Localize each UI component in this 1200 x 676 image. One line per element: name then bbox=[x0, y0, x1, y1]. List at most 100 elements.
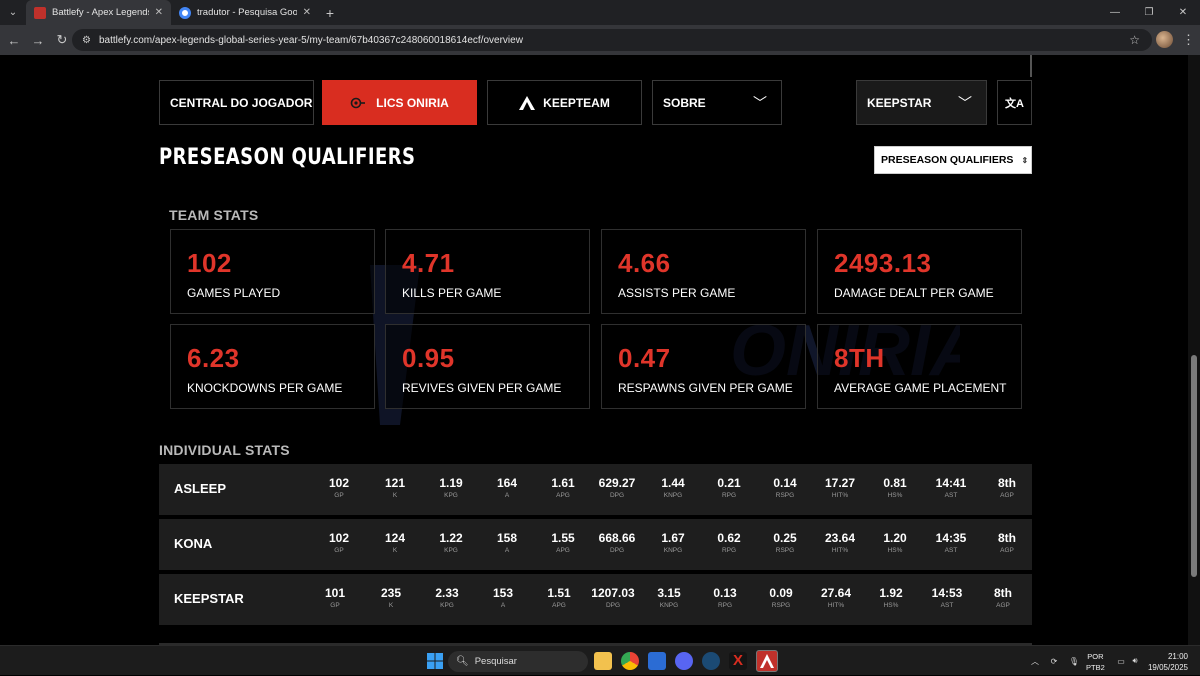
taskbar-search[interactable]: 🔍︎ Pesquisar bbox=[448, 651, 588, 672]
profile-avatar[interactable] bbox=[1156, 31, 1173, 48]
stat-cell-value: 17.27 bbox=[824, 476, 856, 490]
stat-cell-key: K bbox=[392, 492, 398, 499]
forward-icon[interactable]: → bbox=[26, 33, 50, 48]
language-indicator[interactable]: POR PTB2 bbox=[1086, 651, 1105, 673]
stat-cell: 668.66 DPG bbox=[589, 531, 645, 554]
stat-cell-key: RSPG bbox=[771, 602, 791, 609]
windows-taskbar: 🔍︎ Pesquisar X ︿ ⟳ 🎙︎ POR PTB2 ▭ 🔊︎ 21:0… bbox=[0, 645, 1200, 675]
user-dropdown[interactable]: KEEPSTAR ﹀ bbox=[856, 80, 987, 125]
stat-cell: 8th AGP bbox=[979, 476, 1035, 499]
scrollbar-thumb[interactable] bbox=[1191, 355, 1197, 577]
chevron-up-icon[interactable]: ︿ bbox=[1026, 656, 1044, 667]
apex-logo-icon bbox=[519, 95, 536, 110]
stat-value: 0.95 bbox=[402, 343, 455, 373]
stat-cell: 158 A bbox=[479, 531, 535, 554]
minimize-icon[interactable]: — bbox=[1098, 0, 1132, 25]
team-label: LICS ONIRIA bbox=[376, 95, 449, 110]
status-icons[interactable]: ▭ 🔊︎ bbox=[1114, 646, 1142, 676]
translate-button[interactable]: 文A bbox=[997, 80, 1032, 125]
stat-cell-key: RSPG bbox=[775, 547, 795, 554]
stat-value: 8TH bbox=[834, 343, 885, 373]
stat-cell: 102 GP bbox=[311, 531, 367, 554]
stat-cell-value: 1.67 bbox=[661, 531, 685, 545]
player-hub-button[interactable]: CENTRAL DO JOGADOR bbox=[159, 80, 314, 125]
stat-cell-value: 668.66 bbox=[598, 531, 636, 545]
clock-time: 21:00 bbox=[1167, 652, 1188, 661]
maximize-icon[interactable]: ❐ bbox=[1132, 0, 1166, 25]
stat-cell-key: KPG bbox=[444, 547, 458, 554]
chrome-icon[interactable] bbox=[621, 652, 639, 670]
stat-value: 4.71 bbox=[402, 248, 455, 278]
stat-cell: 0.62 RPG bbox=[701, 531, 757, 554]
apex-legends-icon[interactable] bbox=[756, 650, 778, 672]
translate-icon: 文A bbox=[1005, 97, 1024, 110]
stat-cell-key: RPG bbox=[721, 547, 737, 554]
stat-cell: 1207.03 DPG bbox=[585, 586, 641, 609]
stat-cell-value: 164 bbox=[496, 476, 518, 490]
stat-cell-value: 1.19 bbox=[439, 476, 463, 490]
stat-label: REVIVES GIVEN PER GAME bbox=[402, 381, 562, 395]
stage-select[interactable]: PRESEASON QUALIFIERS ⇕ bbox=[874, 146, 1032, 174]
store-icon[interactable] bbox=[648, 652, 666, 670]
stat-cell-value: 14:53 bbox=[931, 586, 963, 600]
clock-date: 19/05/2025 bbox=[1147, 663, 1188, 672]
tab-close-icon[interactable]: ✕ bbox=[303, 7, 311, 18]
stat-cell-value: 27.64 bbox=[820, 586, 852, 600]
stat-cell-key: K bbox=[392, 547, 398, 554]
back-icon[interactable]: ← bbox=[2, 33, 26, 48]
team-logo-icon bbox=[350, 97, 366, 108]
steam-icon[interactable] bbox=[702, 652, 720, 670]
site-info-icon[interactable]: ⚙ bbox=[82, 35, 91, 46]
stat-cell-key: A bbox=[500, 602, 506, 609]
stat-cell-key: A bbox=[504, 492, 510, 499]
stat-cell-key: AGP bbox=[1000, 547, 1014, 554]
stat-cell-value: 1.55 bbox=[551, 531, 575, 545]
tab-google[interactable]: tradutor - Pesquisa Google ✕ bbox=[171, 0, 319, 25]
tab-close-icon[interactable]: ✕ bbox=[155, 7, 163, 18]
windows-start-icon[interactable] bbox=[426, 652, 444, 670]
stat-card: 0.95 REVIVES GIVEN PER GAME bbox=[385, 324, 590, 409]
team-button[interactable]: LICS ONIRIA bbox=[322, 80, 477, 125]
table-row[interactable]: KONA 102 GP 124 K 1.22 KPG 158 A 1.55 APG 668.66 DPG… bbox=[159, 519, 1032, 570]
system-clock[interactable]: 21:00 19/05/2025 bbox=[1148, 651, 1188, 673]
stat-cell-key: AGP bbox=[1000, 492, 1014, 499]
about-label: SOBRE bbox=[663, 95, 706, 110]
display-icon: ▭ bbox=[1117, 656, 1125, 666]
app-x-icon[interactable]: X bbox=[729, 652, 747, 670]
player-hub-label: CENTRAL DO JOGADOR bbox=[170, 95, 313, 110]
stat-cell-key: HS% bbox=[887, 547, 903, 554]
stat-cell-key: GP bbox=[334, 492, 344, 499]
org-button[interactable]: KEEPTEAM bbox=[487, 80, 642, 125]
stat-cell-key: KNPG bbox=[659, 602, 679, 609]
stat-cell-value: 235 bbox=[380, 586, 402, 600]
stat-cell: 124 K bbox=[367, 531, 423, 554]
tab-search-icon[interactable]: ⌄ bbox=[0, 0, 26, 25]
file-explorer-icon[interactable] bbox=[594, 652, 612, 670]
bookmark-star-icon[interactable]: ☆ bbox=[1129, 33, 1140, 47]
about-dropdown[interactable]: SOBRE ﹀ bbox=[652, 80, 782, 125]
individual-stats-heading: INDIVIDUAL STATS bbox=[159, 442, 290, 458]
stat-label: DAMAGE DEALT PER GAME bbox=[834, 286, 994, 300]
tab-battlefy[interactable]: Battlefy - Apex Legends Global ✕ bbox=[26, 0, 171, 25]
discord-icon[interactable] bbox=[675, 652, 693, 670]
stat-cell-value: 0.81 bbox=[883, 476, 907, 490]
browser-toolbar: ← → ↻ ⚙ battlefy.com/apex-legends-global… bbox=[0, 25, 1200, 55]
new-tab-button[interactable]: + bbox=[319, 5, 341, 21]
sync-icon[interactable]: ⟳ bbox=[1044, 657, 1064, 666]
table-row[interactable]: KEEPSTAR 101 GP 235 K 2.33 KPG 153 A 1.51 APG 1207.… bbox=[159, 574, 1032, 625]
stat-cell-value: 1.44 bbox=[661, 476, 685, 490]
stat-cell-key: KNPG bbox=[663, 547, 683, 554]
tab-title: tradutor - Pesquisa Google bbox=[197, 7, 297, 18]
stat-cell: 1.22 KPG bbox=[423, 531, 479, 554]
reload-icon[interactable]: ↻ bbox=[50, 32, 74, 48]
system-tray: ︿ ⟳ 🎙︎ bbox=[1026, 646, 1084, 676]
stat-cell-key: HIT% bbox=[831, 547, 849, 554]
microphone-icon[interactable]: 🎙︎ bbox=[1064, 657, 1084, 666]
window-controls: — ❐ ✕ bbox=[1098, 0, 1200, 25]
table-row[interactable]: ASLEEP 102 GP 121 K 1.19 KPG 164 A 1.61 APG 629.27 D… bbox=[159, 464, 1032, 515]
close-window-icon[interactable]: ✕ bbox=[1166, 0, 1200, 25]
menu-kebab-icon[interactable]: ⋮ bbox=[1182, 32, 1195, 48]
stat-cell-value: 102 bbox=[328, 531, 350, 545]
address-bar[interactable]: ⚙ battlefy.com/apex-legends-global-serie… bbox=[72, 29, 1152, 51]
keyboard-layout: PTB2 bbox=[1086, 663, 1105, 672]
